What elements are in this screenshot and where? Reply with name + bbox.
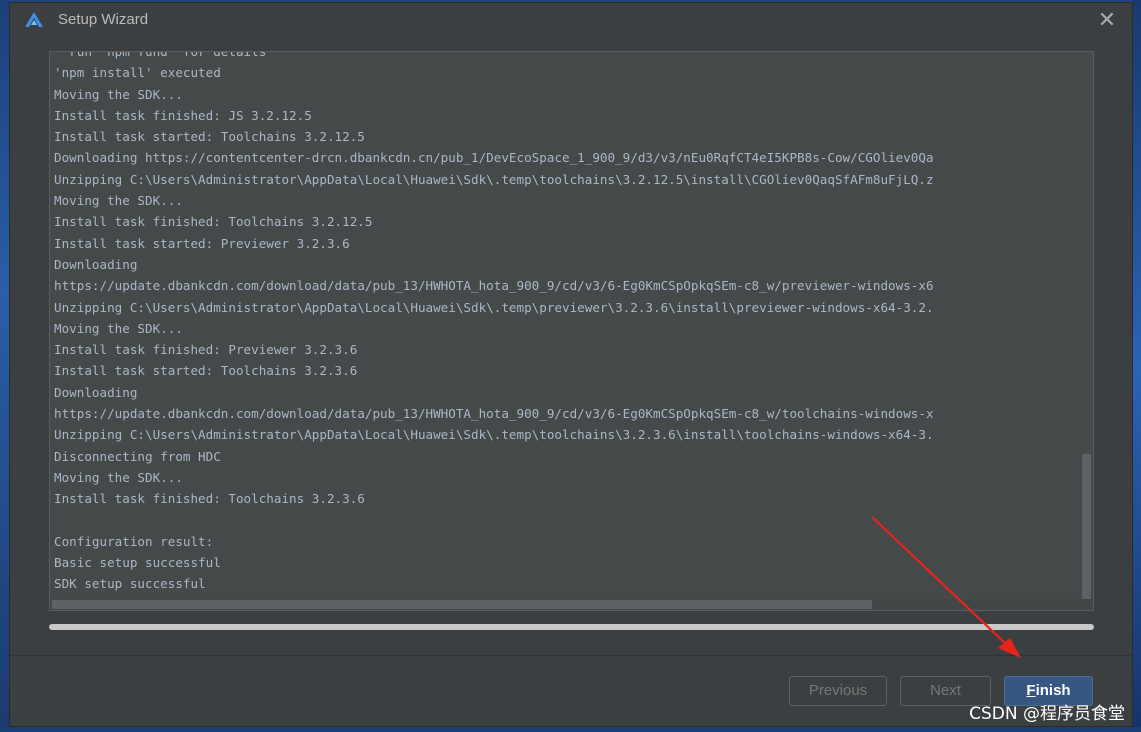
finish-mnemonic: F: [1026, 682, 1036, 699]
title-bar[interactable]: Setup Wizard ✕: [10, 3, 1132, 39]
log-line: Install task started: Previewer 3.2.3.6: [54, 235, 350, 251]
log-line: Unzipping C:\Users\Administrator\AppData…: [54, 427, 934, 443]
install-log-text: run `npm fund` for details 'npm install'…: [54, 51, 934, 595]
desktop-background-right: [1133, 0, 1141, 732]
desktop-background-bottom: [0, 727, 1141, 732]
vertical-scrollbar-thumb[interactable]: [1082, 454, 1091, 609]
progress-bar-fill: [49, 624, 1094, 630]
log-line: Install task finished: Toolchains 3.2.12…: [54, 214, 373, 230]
log-line: Downloading https://contentcenter-drcn.d…: [54, 150, 934, 166]
log-line: Install task started: Toolchains 3.2.3.6: [54, 363, 358, 379]
deveco-logo-icon: [25, 12, 43, 27]
log-line: Install task finished: Toolchains 3.2.3.…: [54, 491, 365, 507]
close-icon[interactable]: ✕: [1096, 9, 1118, 31]
horizontal-scrollbar[interactable]: [50, 599, 1093, 610]
log-line: Unzipping C:\Users\Administrator\AppData…: [54, 171, 934, 187]
finish-label-rest: inish: [1035, 682, 1071, 699]
log-line: Moving the SDK...: [54, 469, 183, 485]
log-line: Disconnecting from HDC: [54, 448, 221, 464]
install-log-panel[interactable]: run `npm fund` for details 'npm install'…: [49, 51, 1094, 611]
log-line: 'npm install' executed: [54, 65, 221, 81]
log-line: Moving the SDK...: [54, 320, 183, 336]
log-line: Configuration result:: [54, 533, 214, 549]
log-line: Unzipping C:\Users\Administrator\AppData…: [54, 299, 934, 315]
log-line: Install task finished: JS 3.2.12.5: [54, 107, 312, 123]
window-title: Setup Wizard: [58, 11, 149, 28]
progress-bar: [49, 624, 1094, 630]
log-line: https://update.dbankcdn.com/download/dat…: [54, 278, 934, 294]
log-line: Moving the SDK...: [54, 86, 183, 102]
log-line: Install task started: Toolchains 3.2.12.…: [54, 129, 365, 145]
desktop-background-left: [0, 0, 9, 732]
log-line: https://update.dbankcdn.com/download/dat…: [54, 406, 934, 422]
horizontal-scrollbar-thumb[interactable]: [52, 600, 872, 609]
footer-divider: [10, 655, 1132, 656]
setup-wizard-dialog: Setup Wizard ✕ run `npm fund` for detail…: [9, 2, 1133, 727]
log-line: Downloading: [54, 256, 138, 272]
log-line: Basic setup successful: [54, 555, 221, 571]
log-line: Moving the SDK...: [54, 193, 183, 209]
log-line: run `npm fund` for details: [54, 51, 267, 59]
log-line: SDK setup successful: [54, 576, 206, 592]
previous-button[interactable]: Previous: [789, 676, 887, 706]
csdn-watermark: CSDN @程序员食堂: [969, 704, 1125, 724]
log-line: Downloading: [54, 384, 138, 400]
log-line: Install task finished: Previewer 3.2.3.6: [54, 342, 358, 358]
